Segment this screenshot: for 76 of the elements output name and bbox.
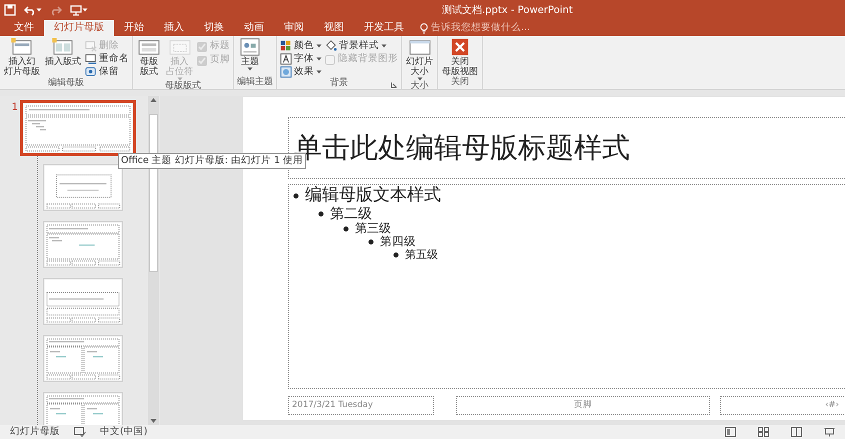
ribbon-button[interactable]: 保留 xyxy=(85,66,129,78)
save-button[interactable] xyxy=(4,4,16,16)
bullet-icon xyxy=(293,192,299,199)
group-label: 编辑母版 xyxy=(48,77,84,90)
ribbon-tab[interactable]: 切换 xyxy=(194,20,234,36)
group-label: 母版版式 xyxy=(165,80,201,94)
ribbon-button[interactable]: 重命名 xyxy=(85,53,129,65)
checkbox-label: 页脚 xyxy=(210,53,230,68)
scroll-up-icon[interactable] xyxy=(149,96,158,104)
paint-bucket-icon xyxy=(325,40,337,52)
ribbon-tab[interactable]: 文件 xyxy=(4,20,44,36)
presentation-button[interactable] xyxy=(70,4,88,16)
ribbon-tab[interactable]: 开始 xyxy=(114,20,154,36)
ribbon-button[interactable]: 母版 版式 xyxy=(136,38,162,81)
checkbox-label: 隐藏背景图形 xyxy=(338,52,398,66)
view-status: 幻灯片母版 xyxy=(10,424,60,439)
ribbon-button[interactable]: 插入版式 xyxy=(44,38,82,78)
palette-icon xyxy=(280,40,292,52)
ribbon-tab[interactable]: 动画 xyxy=(234,20,274,36)
checkbox-label: 标题 xyxy=(210,39,230,54)
slide-number: 1 xyxy=(10,101,19,115)
language-status: 中文(中国) xyxy=(100,424,148,439)
bullet-icon xyxy=(368,239,374,246)
tell-me-field[interactable]: 告诉我您想要做什么... xyxy=(431,20,581,36)
ribbon-tab[interactable]: 视图 xyxy=(314,20,354,36)
date-text-box[interactable]: 2017/3/21 Tuesday xyxy=(288,396,434,415)
group-label: 编辑主题 xyxy=(237,76,273,90)
ribbon-button[interactable]: 效果 xyxy=(280,66,322,78)
slide-master-icon xyxy=(10,38,34,56)
bullet-text: 第三级 xyxy=(355,222,391,236)
ribbon-button[interactable]: 主题 xyxy=(237,38,263,77)
slide-size-icon xyxy=(408,38,432,56)
dialog-launcher-icon[interactable] xyxy=(391,82,397,88)
group-label: 关闭 xyxy=(451,76,469,90)
caret-icon xyxy=(82,8,88,12)
presentation-icon xyxy=(70,4,82,16)
placeholder-icon xyxy=(168,38,192,56)
bullet-icon xyxy=(343,226,349,232)
reading-view-icon[interactable] xyxy=(791,427,802,437)
bullet-text: 第四级 xyxy=(380,235,416,249)
effects-icon xyxy=(280,66,292,78)
bullet-text: 第二级 xyxy=(330,206,372,222)
undo-button[interactable] xyxy=(24,4,42,16)
ribbon-button[interactable]: 插入幻 灯片母版 xyxy=(3,38,41,78)
ribbon-tab[interactable]: 审阅 xyxy=(274,20,314,36)
close-icon xyxy=(449,38,471,56)
group-label: 大小 xyxy=(410,80,428,94)
slide-sorter-icon[interactable] xyxy=(758,427,769,437)
lightbulb-icon xyxy=(420,22,428,34)
save-icon xyxy=(4,4,16,16)
normal-view-icon[interactable] xyxy=(725,427,736,437)
spelling-check-icon xyxy=(74,427,86,437)
ribbon-button[interactable]: 颜色 xyxy=(280,40,322,52)
bullet-icon xyxy=(393,252,399,258)
ribbon-button[interactable]: 幻灯片 大小 xyxy=(405,38,434,81)
ribbon-tab[interactable]: 开发工具 xyxy=(354,20,414,36)
theme-icon xyxy=(238,38,262,56)
window-title: 测试文档.pptx - PowerPoint xyxy=(442,4,573,18)
ribbon-tab[interactable]: 插入 xyxy=(154,20,194,36)
group-label: 背景 xyxy=(330,77,348,90)
ribbon-button[interactable]: 字体 xyxy=(280,53,322,65)
slide-number-text-box[interactable]: ‹#› xyxy=(720,396,845,415)
undo-icon xyxy=(24,4,36,16)
caret-icon xyxy=(36,8,42,12)
ribbon-button[interactable]: 背景样式 xyxy=(325,40,398,52)
footer-text-box[interactable]: 页脚 xyxy=(456,396,710,415)
slideshow-icon[interactable] xyxy=(824,427,835,437)
redo-icon xyxy=(50,4,62,16)
bullet-text: 编辑母版文本样式 xyxy=(305,186,441,206)
bullet-icon xyxy=(318,210,324,217)
rename-icon xyxy=(85,53,97,65)
bullet-text: 第五级 xyxy=(405,248,438,262)
font-icon xyxy=(280,53,292,65)
ribbon-tab[interactable]: 幻灯片母版 xyxy=(44,20,114,36)
ribbon-button[interactable]: 关闭 母版视图 xyxy=(441,38,479,77)
delete-slide-icon xyxy=(85,40,97,52)
